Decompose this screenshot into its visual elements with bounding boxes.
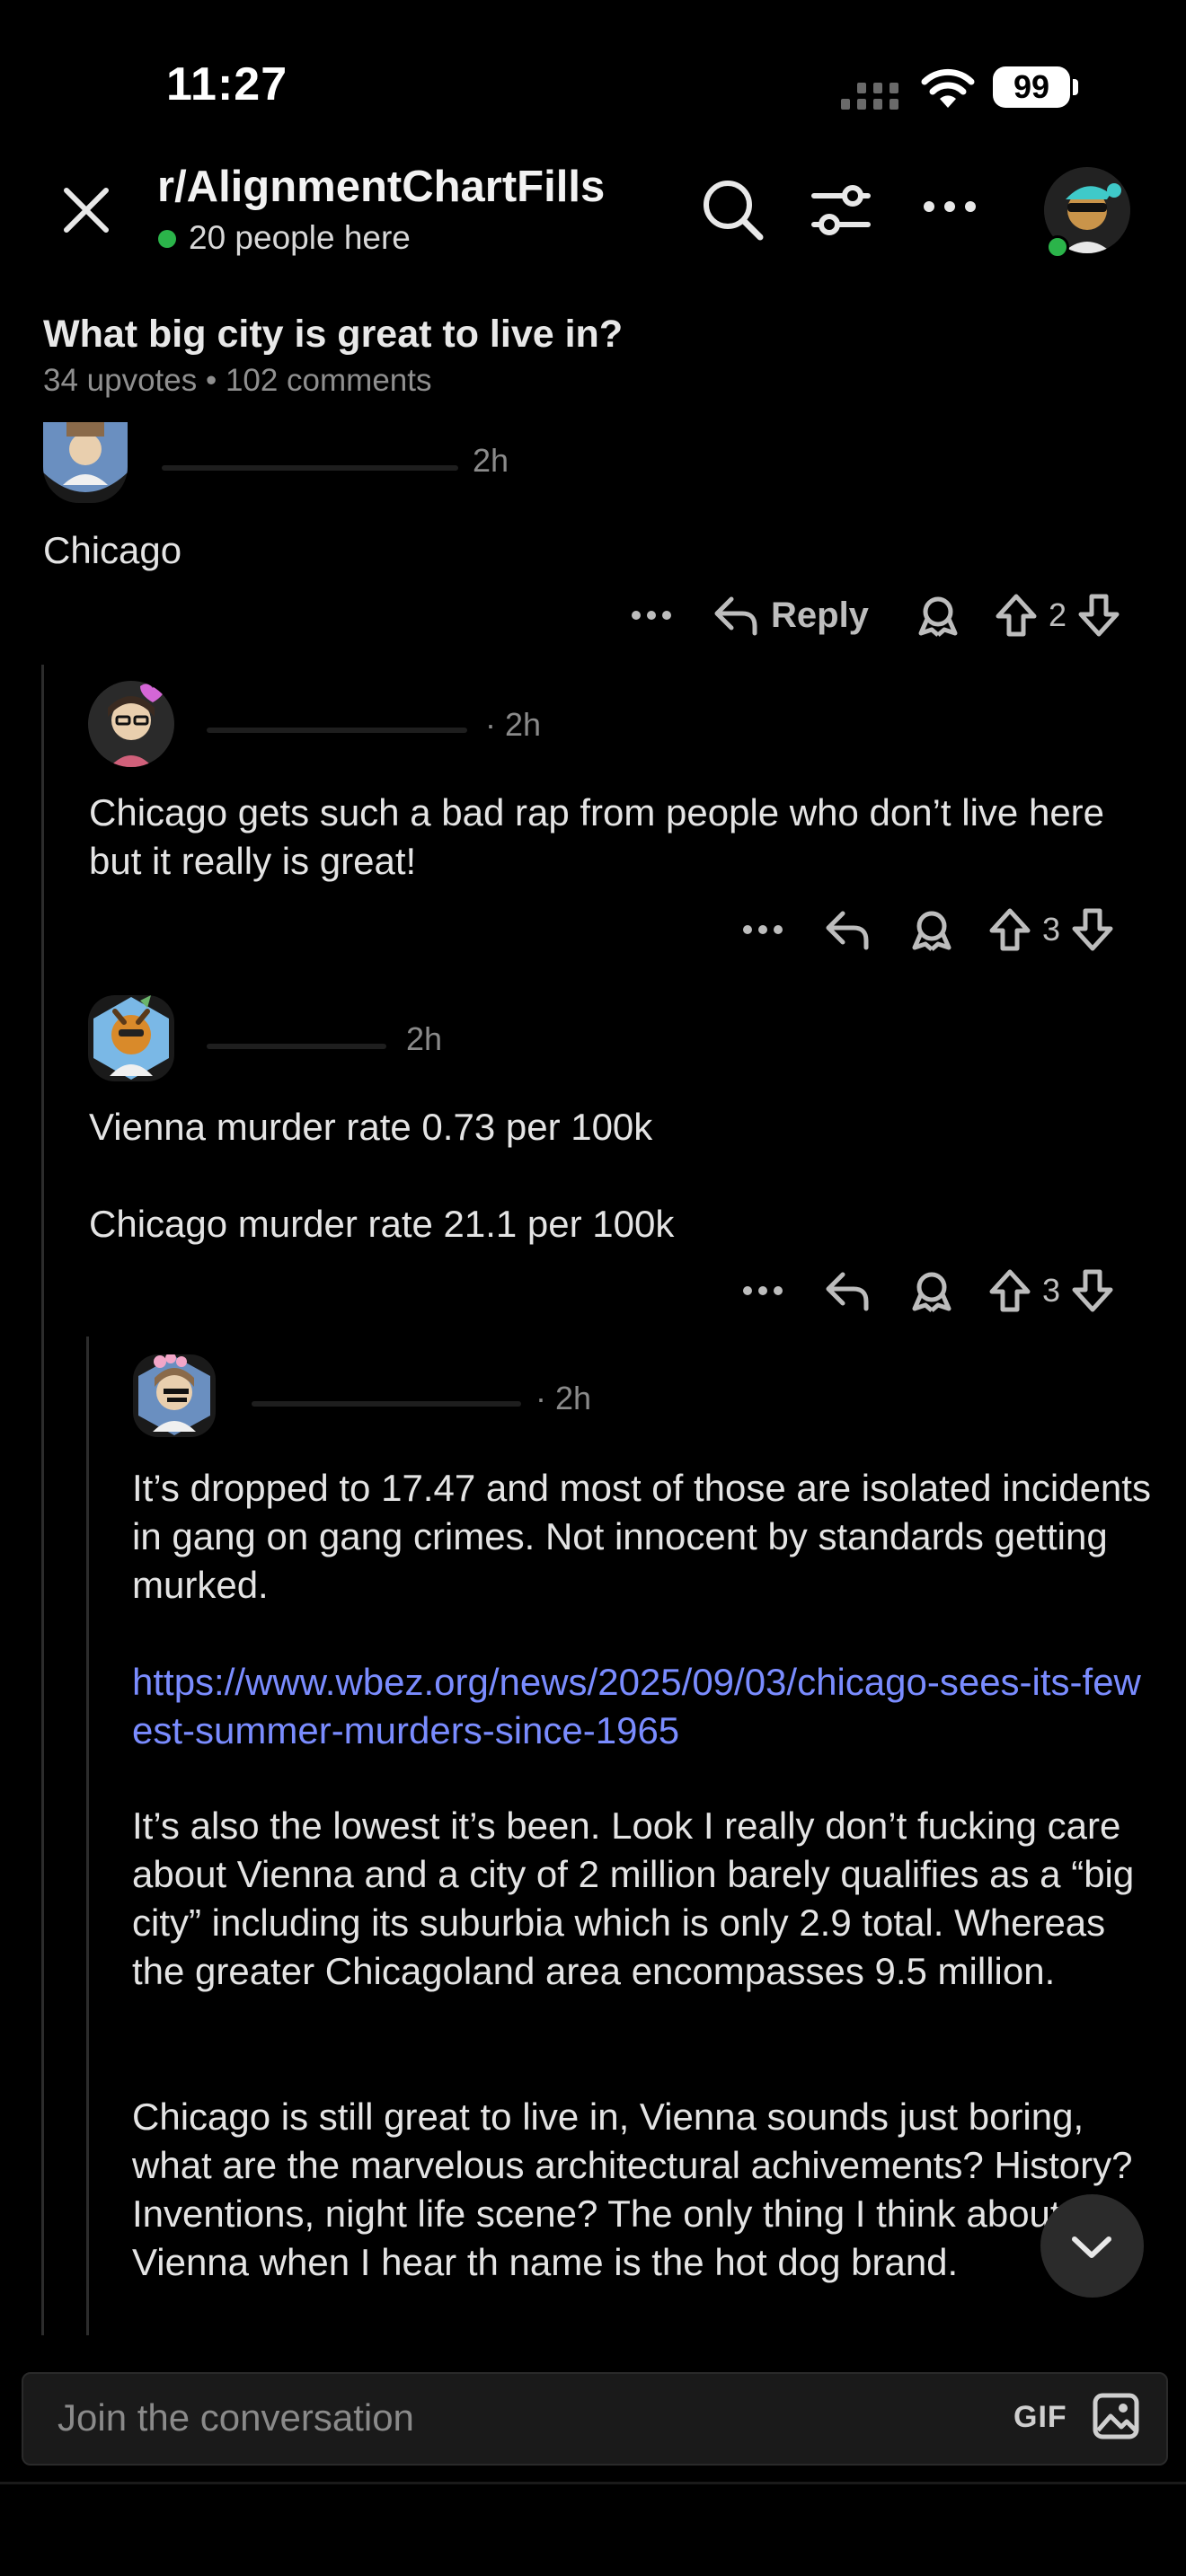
comment-paragraph-1: It’s dropped to 17.47 and most of those … xyxy=(132,1467,1151,1606)
comment-avatar[interactable] xyxy=(88,995,174,1081)
vote-count: 3 xyxy=(1042,1272,1061,1309)
username-redacted xyxy=(162,465,458,471)
reply-icon[interactable] xyxy=(825,1269,870,1312)
comment-paragraph-2: It’s also the lowest it’s been. Look I r… xyxy=(132,1804,1135,1992)
online-indicator xyxy=(158,230,176,248)
award-icon[interactable] xyxy=(909,1269,954,1312)
wifi-icon xyxy=(921,68,975,108)
comment-input-placeholder[interactable]: Join the conversation xyxy=(58,2396,414,2439)
online-status-dot xyxy=(1046,235,1069,259)
comment-time: 2h xyxy=(406,1020,443,1057)
reply-button[interactable]: Reply xyxy=(771,595,869,636)
comment-body-line-2: Chicago murder rate 21.1 per 100k xyxy=(89,1203,675,1245)
upvote-icon[interactable] xyxy=(988,1268,1031,1313)
vote-count: 3 xyxy=(1042,911,1061,948)
signal-icon xyxy=(841,83,898,110)
vote-count: 2 xyxy=(1048,596,1067,633)
username-redacted xyxy=(207,728,467,733)
comment-body-line-1: Vienna murder rate 0.73 per 100k xyxy=(89,1106,653,1148)
downvote-icon[interactable] xyxy=(1071,907,1114,952)
status-time: 11:27 xyxy=(166,58,288,110)
comment-time: · 2h xyxy=(485,706,542,743)
more-icon[interactable] xyxy=(629,595,674,635)
upvote-icon[interactable] xyxy=(995,593,1038,638)
comment-body: Chicago gets such a bad rap from people … xyxy=(89,791,1105,882)
more-icon[interactable] xyxy=(740,1271,785,1310)
comment-body: Chicago xyxy=(43,529,182,571)
award-icon[interactable] xyxy=(909,908,954,951)
downvote-icon[interactable] xyxy=(1077,593,1120,638)
comment-actions: Reply 2 xyxy=(629,593,1120,638)
battery-nub xyxy=(1073,79,1078,95)
comment-avatar[interactable] xyxy=(88,681,174,767)
comment-avatar[interactable] xyxy=(133,1354,216,1437)
comment-avatar[interactable] xyxy=(43,422,128,503)
close-icon[interactable] xyxy=(61,185,111,235)
award-icon[interactable] xyxy=(916,594,960,637)
reply-icon[interactable] xyxy=(713,594,758,637)
upvote-icon[interactable] xyxy=(988,907,1031,952)
thread-line[interactable] xyxy=(86,1337,89,2335)
post-meta: 34 upvotes • 102 comments xyxy=(43,363,432,398)
downvote-icon[interactable] xyxy=(1071,1268,1114,1313)
scroll-down-button[interactable] xyxy=(1040,2194,1144,2298)
online-count: 20 people here xyxy=(189,219,411,256)
comment-link[interactable]: https://www.wbez.org/news/2025/09/03/chi… xyxy=(132,1658,1156,1755)
chevron-down-icon xyxy=(1072,2236,1111,2258)
filter-icon[interactable] xyxy=(809,178,873,243)
thread-line[interactable] xyxy=(41,665,44,2335)
username-redacted xyxy=(252,1401,521,1407)
more-icon[interactable] xyxy=(740,910,785,949)
comment-time: 2h xyxy=(473,442,509,479)
comment-actions: 3 xyxy=(740,1268,1114,1313)
post-title[interactable]: What big city is great to live in? xyxy=(43,313,623,357)
battery-icon: 99 xyxy=(993,66,1070,108)
search-icon[interactable] xyxy=(701,178,766,243)
subreddit-name[interactable]: r/AlignmentChartFills xyxy=(157,162,605,212)
image-icon[interactable] xyxy=(1093,2393,1139,2439)
comment-time: · 2h xyxy=(535,1380,592,1416)
more-icon[interactable] xyxy=(922,199,978,214)
gif-button[interactable]: GIF xyxy=(1013,2400,1067,2435)
comment-paragraph-3: Chicago is still great to live in, Vienn… xyxy=(132,2095,1133,2283)
reply-icon[interactable] xyxy=(825,908,870,951)
divider xyxy=(0,2482,1186,2484)
comment-actions: 3 xyxy=(740,907,1114,952)
username-redacted xyxy=(207,1044,386,1049)
